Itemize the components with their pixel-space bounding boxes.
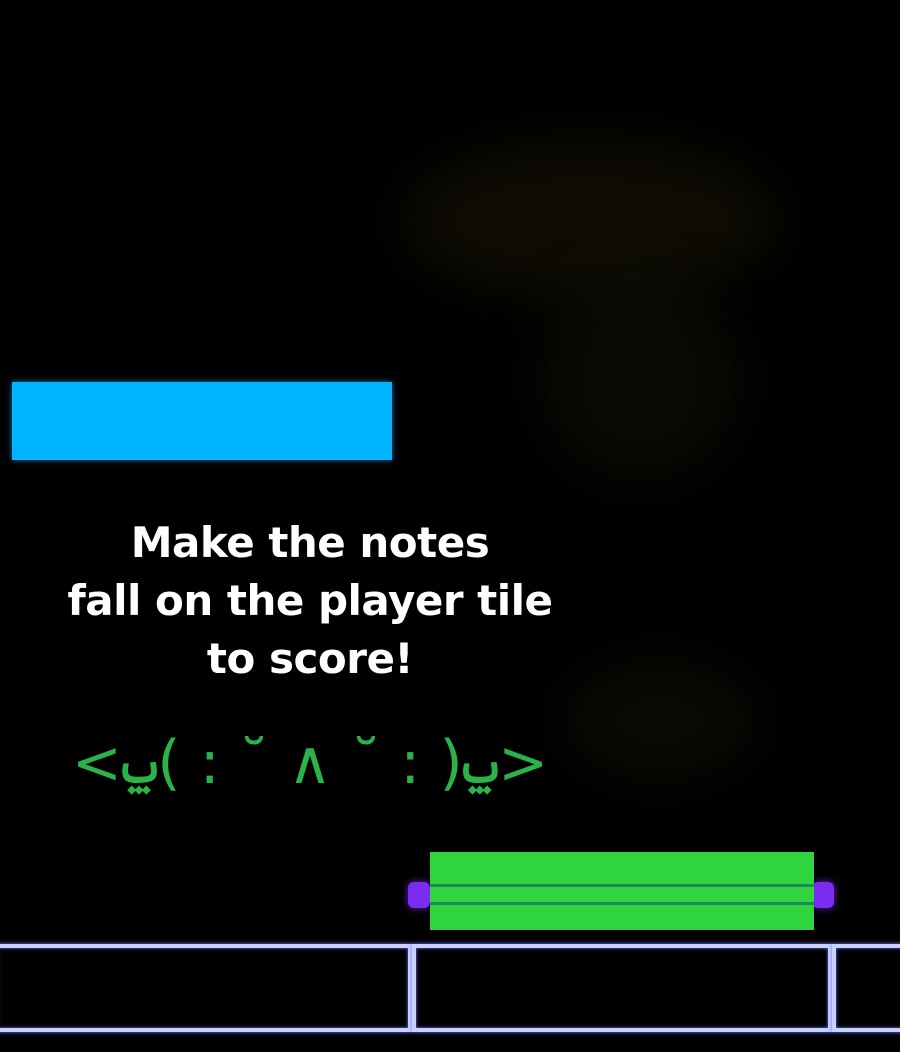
- background-silhouette: [400, 140, 780, 300]
- background-silhouette: [540, 280, 740, 480]
- lane-bar: [0, 944, 900, 1040]
- game-stage[interactable]: Make the notes fall on the player tile t…: [0, 0, 900, 1052]
- emoticon-text: <ݐ( : ˘ ∧ ˘ : )ݐ>: [71, 728, 549, 798]
- player-tile-left-cap: [408, 882, 430, 908]
- lane-1[interactable]: [0, 944, 412, 1032]
- instruction-text: Make the notes fall on the player tile t…: [60, 514, 560, 688]
- player-tile[interactable]: [430, 852, 814, 930]
- instruction-line: Make the notes: [130, 518, 490, 567]
- player-tile-stripe: [430, 902, 814, 905]
- lane-3[interactable]: [832, 944, 900, 1032]
- instruction-line: fall on the player tile: [67, 576, 553, 625]
- instruction-line: to score!: [206, 634, 414, 683]
- player-tile-stripe: [430, 884, 814, 887]
- player-tile-right-cap: [812, 882, 834, 908]
- falling-note: [12, 382, 392, 460]
- background-silhouette: [560, 660, 760, 780]
- lane-2[interactable]: [412, 944, 832, 1032]
